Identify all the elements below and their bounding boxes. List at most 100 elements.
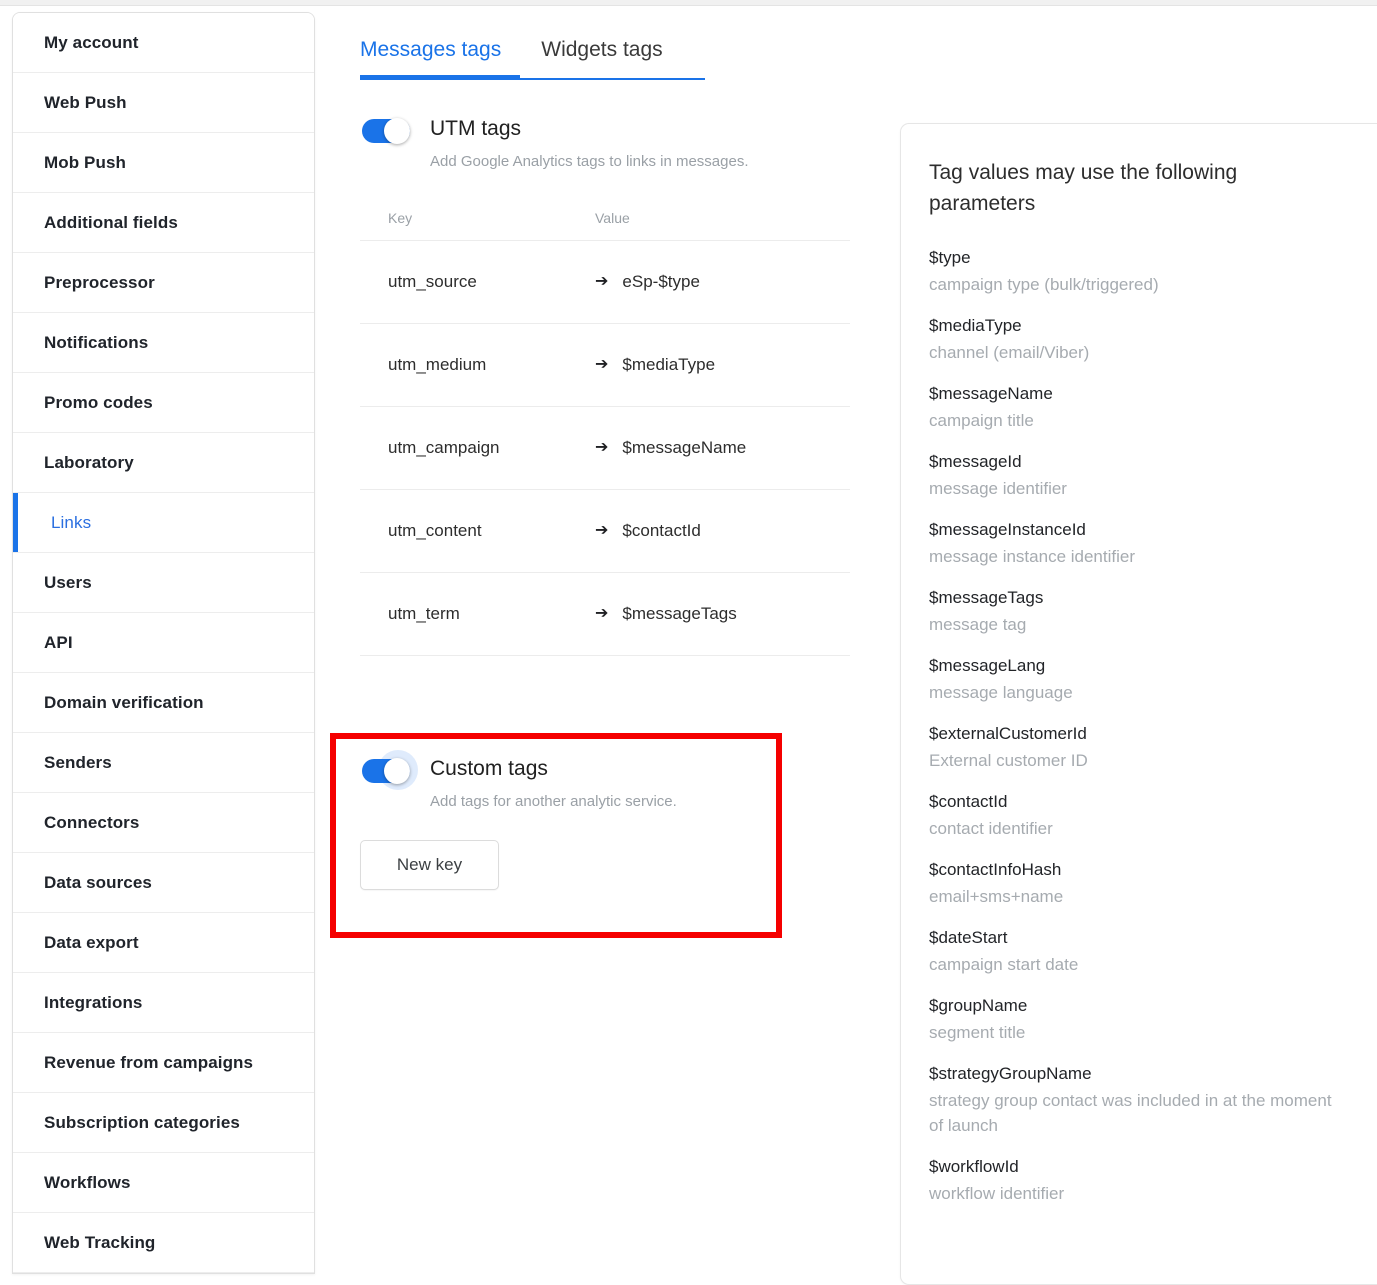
tab-widgets-tags[interactable]: Widgets tags [541,38,662,80]
parameter-description: contact identifier [929,819,1053,838]
custom-tags-description: Add tags for another analytic service. [430,793,677,810]
sidebar-item-label: Preprocessor [44,272,155,292]
parameters-list: $type campaign type (bulk/triggered) $medi… [929,246,1347,1206]
sidebar-item-users[interactable]: Users [13,553,314,613]
parameter-name: $messageId [929,452,1022,471]
parameter-description: campaign title [929,411,1034,430]
sidebar-item-notifications[interactable]: Notifications [13,313,314,373]
sidebar-item-subscription-categories[interactable]: Subscription categories [13,1093,314,1153]
settings-links-page: My account Web Push Mob Push Additional fie… [0,0,1377,1285]
parameter-description: External customer ID [929,751,1088,770]
sidebar-item-revenue-from-campaigns[interactable]: Revenue from campaigns [13,1033,314,1093]
sidebar-item-label: Data sources [44,872,152,892]
table-row[interactable]: utm_term ➔ $messageTags [360,573,850,656]
sidebar-item-label: Links [51,512,92,532]
sidebar-item-api[interactable]: API [13,613,314,673]
sidebar-item-label: Domain verification [44,692,204,712]
custom-tags-switch[interactable] [360,750,418,790]
switch-knob [384,758,410,784]
sidebar-item-label: Mob Push [44,152,127,172]
parameter-name: $messageInstanceId [929,520,1086,539]
sidebar-item-connectors[interactable]: Connectors [13,793,314,853]
sidebar-item-label: Connectors [44,812,140,832]
utm-value-text: eSp-$type [622,272,700,291]
parameter-name: $messageLang [929,656,1046,675]
parameter-description: campaign start date [929,955,1079,974]
sidebar-item-domain-verification[interactable]: Domain verification [13,673,314,733]
tag-parameters-panel: Tag values may use the following paramet… [900,123,1377,1285]
parameter-item: $messageInstanceId message instance ident… [929,518,1347,569]
utm-value-text: $messageTags [622,604,737,623]
utm-value-cell: ➔ eSp-$type [595,272,850,292]
sidebar-item-promo-codes[interactable]: Promo codes [13,373,314,433]
sidebar-item-label: Promo codes [44,392,153,412]
parameter-description: campaign type (bulk/triggered) [929,275,1159,294]
sidebar-item-web-push[interactable]: Web Push [13,73,314,133]
sidebar-item-integrations[interactable]: Integrations [13,973,314,1033]
sidebar-item-mob-push[interactable]: Mob Push [13,133,314,193]
sidebar-item-label: Workflows [44,1172,131,1192]
parameter-name: $messageName [929,384,1053,403]
parameter-item: $workflowId workflow identifier [929,1155,1347,1206]
top-strip [0,0,1377,6]
parameter-name: $workflowId [929,1157,1019,1176]
parameter-item: $messageId message identifier [929,450,1347,501]
parameter-item: $messageLang message language [929,654,1347,705]
parameter-item: $messageName campaign title [929,382,1347,433]
parameter-item: $strategyGroupName strategy group contact… [929,1062,1347,1138]
utm-value-text: $contactId [622,521,701,540]
settings-sidebar: My account Web Push Mob Push Additional fie… [12,12,315,1274]
custom-tags-label: Custom tags [430,757,548,780]
utm-tags-switch[interactable] [360,117,412,145]
sidebar-item-laboratory[interactable]: Laboratory [13,433,314,493]
sidebar-item-links[interactable]: Links [13,493,314,553]
utm-value-text: $messageName [622,438,747,457]
parameter-item: $messageTags message tag [929,586,1347,637]
table-row[interactable]: utm_source ➔ eSp-$type [360,241,850,324]
sidebar-item-label: Laboratory [44,452,134,472]
parameter-name: $messageTags [929,588,1044,607]
sidebar-item-label: Subscription categories [44,1112,240,1132]
sidebar-item-workflows[interactable]: Workflows [13,1153,314,1213]
utm-table-header: Key Value [360,210,850,241]
sidebar-item-label: Notifications [44,332,149,352]
parameter-name: $strategyGroupName [929,1064,1092,1083]
sidebar-item-my-account[interactable]: My account [13,13,314,73]
utm-tags-label: UTM tags [430,117,522,140]
sidebar-item-data-export[interactable]: Data export [13,913,314,973]
parameter-description: message identifier [929,479,1067,498]
new-key-button[interactable]: New key [360,840,499,890]
table-row[interactable]: utm_medium ➔ $mediaType [360,324,850,407]
table-row[interactable]: utm_content ➔ $contactId [360,490,850,573]
sidebar-item-additional-fields[interactable]: Additional fields [13,193,314,253]
parameter-item: $type campaign type (bulk/triggered) [929,246,1347,297]
sidebar-item-web-tracking[interactable]: Web Tracking [13,1213,314,1273]
parameter-description: strategy group contact was included in a… [929,1091,1332,1135]
parameter-description: channel (email/Viber) [929,343,1090,362]
arrow-right-icon: ➔ [595,439,609,456]
sidebar-item-label: API [44,632,73,652]
sidebar-item-label: Additional fields [44,212,178,232]
parameter-item: $externalCustomerId External customer ID [929,722,1347,773]
utm-table-body: utm_source ➔ eSp-$type utm_medium ➔ $mediaTyp… [360,241,850,656]
tab-messages-tags[interactable]: Messages tags [360,38,501,80]
parameter-description: message instance identifier [929,547,1136,566]
utm-key-cell: utm_source [388,272,477,291]
sidebar-item-label: My account [44,32,139,52]
utm-tags-texts: UTM tags Add Google Analytics tags to li… [430,115,749,170]
parameter-item: $groupName segment title [929,994,1347,1045]
sidebar-item-label: Senders [44,752,112,772]
table-row[interactable]: utm_campaign ➔ $messageName [360,407,850,490]
custom-tags-texts: Custom tags Add tags for another analyti… [430,755,677,810]
sidebar-item-preprocessor[interactable]: Preprocessor [13,253,314,313]
utm-key-cell: utm_content [388,521,482,540]
utm-tags-toggle-row: UTM tags Add Google Analytics tags to li… [360,115,880,170]
parameter-name: $groupName [929,996,1028,1015]
arrow-right-icon: ➔ [595,273,609,290]
main-content: Messages tags Widgets tags UTM tags Add … [360,38,880,656]
sidebar-item-senders[interactable]: Senders [13,733,314,793]
sidebar-item-label: Data export [44,932,139,952]
sidebar-item-data-sources[interactable]: Data sources [13,853,314,913]
utm-tags-description: Add Google Analytics tags to links in me… [430,153,749,170]
utm-key-cell: utm_medium [388,355,487,374]
